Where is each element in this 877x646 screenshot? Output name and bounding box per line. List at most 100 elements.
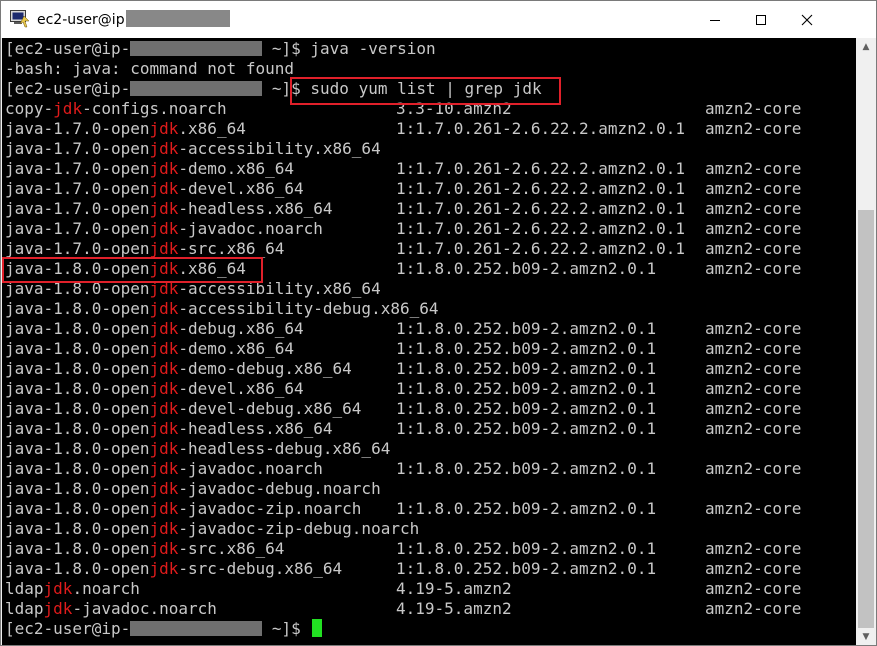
package-name-prefix: java-1.7.0-open xyxy=(5,159,150,178)
package-name-prefix: java-1.7.0-open xyxy=(5,219,150,238)
maximize-icon xyxy=(756,14,766,25)
package-name: java-1.7.0-openjdk-demo.x86_64 xyxy=(5,159,294,179)
package-name: java-1.8.0-openjdk-devel.x86_64 xyxy=(5,379,304,399)
grep-match: jdk xyxy=(149,319,179,338)
grep-match: jdk xyxy=(149,359,179,378)
package-name-prefix: java-1.8.0-open xyxy=(5,499,150,518)
package-repo: amzn2-core xyxy=(705,379,802,398)
grep-match: jdk xyxy=(149,219,179,238)
package-name-prefix: java-1.8.0-open xyxy=(5,399,150,418)
terminal-window: ec2-user@ip [ec2-user@ip- ~]$ java -vers… xyxy=(0,0,877,646)
package-name-suffix: -demo.x86_64 xyxy=(178,159,294,178)
grep-match: jdk xyxy=(149,419,179,438)
package-version: 1:1.8.0.252.b09-2.amzn2.0.1 xyxy=(396,539,657,558)
package-name-suffix: .noarch xyxy=(72,579,140,598)
prompt-user: [ec2-user@ip- xyxy=(5,39,131,58)
prompt-dir: ~]$ xyxy=(262,39,311,58)
package-name-suffix: -javadoc.noarch xyxy=(178,219,323,238)
terminal-cursor xyxy=(312,619,323,637)
package-version: 1:1.8.0.252.b09-2.amzn2.0.1 xyxy=(396,359,657,378)
package-name: java-1.7.0-openjdk.x86_64 xyxy=(5,119,246,139)
scrollbar-thumb[interactable] xyxy=(858,210,874,628)
package-name-prefix: ldap xyxy=(5,599,44,618)
package-name: java-1.7.0-openjdk-devel.x86_64 xyxy=(5,179,304,199)
grep-match: jdk xyxy=(149,339,179,358)
putty-icon xyxy=(10,10,30,28)
package-name: java-1.8.0-openjdk-javadoc-zip-debug.noa… xyxy=(5,519,419,539)
package-name-prefix: java-1.7.0-open xyxy=(5,199,150,218)
terminal-output[interactable]: [ec2-user@ip- ~]$ java -version -bash: j… xyxy=(2,38,856,645)
close-button[interactable] xyxy=(784,1,830,38)
redacted-hostname xyxy=(125,10,230,27)
package-name: java-1.8.0-openjdk-src-debug.x86_64 xyxy=(5,559,342,579)
package-name-suffix: -accessibility-debug.x86_64 xyxy=(178,299,439,318)
minimize-button[interactable] xyxy=(692,1,738,38)
package-name: copy-jdk-configs.noarch xyxy=(5,99,227,119)
window-title: ec2-user@ip xyxy=(37,10,230,28)
package-name-suffix: -src.x86_64 xyxy=(178,539,285,558)
window-title-text: ec2-user@ip xyxy=(37,12,125,28)
package-repo: amzn2-core xyxy=(705,199,802,218)
package-repo: amzn2-core xyxy=(705,179,802,198)
package-version: 1:1.7.0.261-2.6.22.2.amzn2.0.1 xyxy=(396,159,685,178)
grep-match: jdk xyxy=(149,459,179,478)
package-version: 1:1.7.0.261-2.6.22.2.amzn2.0.1 xyxy=(396,199,685,218)
grep-match: jdk xyxy=(43,599,73,618)
package-repo: amzn2-core xyxy=(705,579,802,598)
package-version: 4.19-5.amzn2 xyxy=(396,579,512,598)
package-repo: amzn2-core xyxy=(705,359,802,378)
package-version: 1:1.8.0.252.b09-2.amzn2.0.1 xyxy=(396,259,657,278)
package-version: 1:1.7.0.261-2.6.22.2.amzn2.0.1 xyxy=(396,239,685,258)
package-repo: amzn2-core xyxy=(705,119,802,138)
maximize-button[interactable] xyxy=(738,1,784,38)
package-name-suffix: -devel.x86_64 xyxy=(178,379,304,398)
prompt-user: [ec2-user@ip- xyxy=(5,619,131,638)
package-name-suffix: -headless-debug.x86_64 xyxy=(178,439,391,458)
title-bar[interactable]: ec2-user@ip xyxy=(1,1,876,38)
package-repo: amzn2-core xyxy=(705,239,802,258)
prompt-dir: ~]$ xyxy=(262,619,311,638)
package-version: 1:1.8.0.252.b09-2.amzn2.0.1 xyxy=(396,379,657,398)
package-name: ldapjdk-javadoc.noarch xyxy=(5,599,217,619)
minimize-icon xyxy=(710,19,720,21)
package-name: java-1.7.0-openjdk-src.x86_64 xyxy=(5,239,284,259)
highlight-box-command xyxy=(290,77,561,105)
package-name-suffix: -headless.x86_64 xyxy=(178,199,333,218)
package-name: java-1.8.0-openjdk-devel-debug.x86_64 xyxy=(5,399,361,419)
package-version: 1:1.7.0.261-2.6.22.2.amzn2.0.1 xyxy=(396,119,685,138)
package-name-suffix: -devel-debug.x86_64 xyxy=(178,399,362,418)
scroll-up-arrow-icon[interactable]: ▲ xyxy=(856,38,876,55)
package-name-suffix: -src.x86_64 xyxy=(178,239,285,258)
package-name: java-1.8.0-openjdk-src.x86_64 xyxy=(5,539,284,559)
package-version: 1:1.8.0.252.b09-2.amzn2.0.1 xyxy=(396,559,657,578)
package-name-suffix: -demo-debug.x86_64 xyxy=(178,359,352,378)
package-name-suffix: -javadoc.noarch xyxy=(178,459,323,478)
package-repo: amzn2-core xyxy=(705,339,802,358)
package-name-suffix: -src-debug.x86_64 xyxy=(178,559,343,578)
prompt-user: [ec2-user@ip- xyxy=(5,79,131,98)
package-name: java-1.8.0-openjdk-javadoc-zip.noarch xyxy=(5,499,361,519)
package-version: 1:1.8.0.252.b09-2.amzn2.0.1 xyxy=(396,419,657,438)
prompt-line-final: [ec2-user@ip- ~]$ xyxy=(5,619,323,639)
vertical-scrollbar[interactable]: ▲ ▼ xyxy=(856,38,876,645)
grep-match: jdk xyxy=(149,239,179,258)
grep-match: jdk xyxy=(149,379,179,398)
scroll-down-arrow-icon[interactable]: ▼ xyxy=(856,628,876,645)
package-name-prefix: java-1.7.0-open xyxy=(5,119,150,138)
package-name: java-1.8.0-openjdk-debug.x86_64 xyxy=(5,319,304,339)
package-name-prefix: java-1.8.0-open xyxy=(5,299,150,318)
redacted-ip xyxy=(130,621,263,636)
package-repo: amzn2-core xyxy=(705,219,802,238)
package-name-prefix: java-1.8.0-open xyxy=(5,539,150,558)
package-name-prefix: java-1.7.0-open xyxy=(5,239,150,258)
package-name-prefix: java-1.8.0-open xyxy=(5,359,150,378)
package-name-prefix: java-1.8.0-open xyxy=(5,379,150,398)
package-name-suffix: -javadoc.noarch xyxy=(72,599,217,618)
package-name: java-1.8.0-openjdk-demo-debug.x86_64 xyxy=(5,359,352,379)
package-name-suffix: -javadoc-debug.noarch xyxy=(178,479,381,498)
package-name-prefix: java-1.7.0-open xyxy=(5,179,150,198)
grep-match: jdk xyxy=(149,299,179,318)
package-name: java-1.8.0-openjdk-javadoc.noarch xyxy=(5,459,323,479)
package-name: java-1.8.0-openjdk-headless-debug.x86_64 xyxy=(5,439,390,459)
package-name: java-1.7.0-openjdk-headless.x86_64 xyxy=(5,199,333,219)
